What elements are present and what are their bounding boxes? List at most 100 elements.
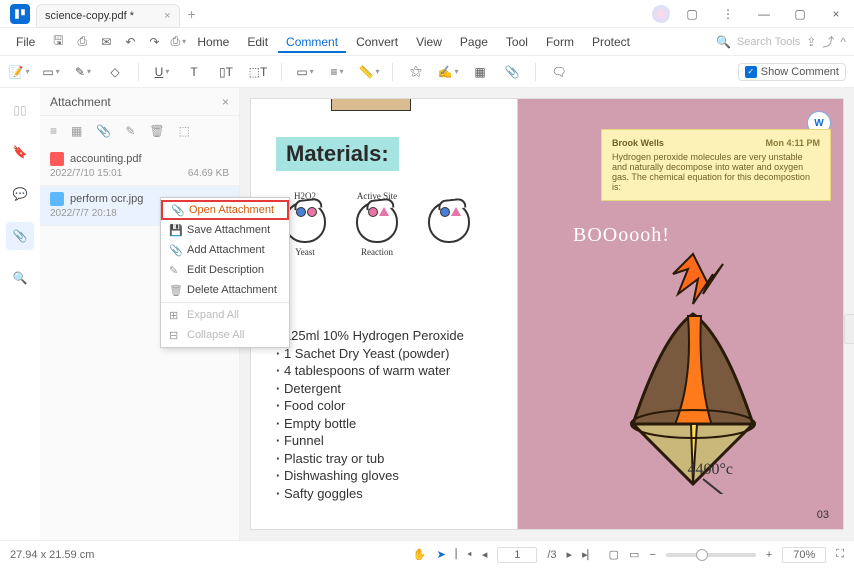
account-avatar[interactable] [652, 5, 670, 23]
search-tools-input[interactable]: Search Tools [737, 36, 800, 48]
menu-page[interactable]: Page [452, 31, 496, 53]
boom-text: BOOoooh! [573, 224, 670, 247]
materials-list: 125ml 10% Hydrogen Peroxide 1 Sachet Dry… [276, 327, 464, 502]
textbox-tool-icon[interactable]: ▯T [215, 61, 237, 83]
list-item: Detergent [276, 380, 464, 398]
search-icon[interactable]: 🔍 [716, 35, 731, 49]
ctx-add-attachment[interactable]: 📎Add Attachment [161, 240, 289, 260]
link-attach-icon[interactable]: 📎 [96, 124, 111, 138]
thumbnails-tab-icon[interactable]: ▯▯ [6, 96, 34, 124]
attachment-context-menu: 📎Open Attachment 💾Save Attachment 📎Add A… [160, 197, 290, 348]
scroll-handle[interactable] [844, 314, 854, 344]
zoom-out-icon[interactable]: − [649, 549, 655, 561]
mail-icon[interactable]: ✉ [97, 33, 115, 51]
collapse-ribbon-icon[interactable]: ^ [840, 35, 846, 49]
select-tool-icon[interactable]: ➤ [437, 548, 446, 561]
stamp-tool-icon[interactable]: ⚝ [405, 61, 427, 83]
first-page-icon[interactable]: ⎸◂ [456, 548, 472, 561]
text-tool-icon[interactable]: T [183, 61, 205, 83]
menu-convert[interactable]: Convert [348, 31, 406, 53]
print-icon[interactable]: ⎙ [73, 33, 91, 51]
zoom-slider[interactable] [666, 553, 756, 557]
attachment-icon[interactable]: 📎 [501, 61, 523, 83]
add-attach-icon[interactable]: ▦ [71, 124, 82, 138]
comments-tab-icon[interactable]: 💬 [6, 180, 34, 208]
menu-protect[interactable]: Protect [584, 31, 638, 53]
next-page-icon[interactable]: ▸ [567, 548, 573, 561]
attachment-item[interactable]: accounting.pdf 2022/7/10 15:0164.69 KB [40, 146, 239, 186]
eraser-tool-icon[interactable]: ◇ [104, 61, 126, 83]
zoom-in-icon[interactable]: + [766, 549, 772, 561]
bookmarks-tab-icon[interactable]: 🔖 [6, 138, 34, 166]
ctx-save-attachment[interactable]: 💾Save Attachment [161, 220, 289, 240]
undo-icon[interactable]: ↶ [121, 33, 139, 51]
list-item: 125ml 10% Hydrogen Peroxide [276, 327, 464, 345]
file-menu[interactable]: File [8, 31, 43, 53]
save-attach-icon[interactable]: ⬚ [179, 124, 190, 138]
menu-tool[interactable]: Tool [498, 31, 536, 53]
note-tool-icon[interactable]: 📝▾ [8, 61, 30, 83]
tab-close-icon[interactable]: × [164, 10, 170, 22]
minimize-icon[interactable]: — [750, 0, 778, 28]
list-item: 4 tablespoons of warm water [276, 362, 464, 380]
cloud-icon[interactable]: ⤴ [822, 33, 834, 50]
hide-comments-icon[interactable]: 🗨 [548, 61, 570, 83]
attachments-tab-icon[interactable]: 📎 [6, 222, 34, 250]
share-icon[interactable]: ⇪ [806, 35, 816, 49]
zoom-value[interactable]: 70% [782, 547, 826, 563]
list-view-icon[interactable]: ≡ [50, 124, 57, 138]
ctx-edit-description[interactable]: ✎Edit Description [161, 260, 289, 280]
last-page-icon[interactable]: ▸⎸ [582, 548, 599, 562]
measure-tool-icon[interactable]: 📏▾ [358, 61, 380, 83]
menu-home[interactable]: Home [189, 31, 237, 53]
maximize-icon[interactable]: ▢ [786, 0, 814, 28]
fit-width-icon[interactable]: ▭ [629, 548, 639, 561]
signature-tool-icon[interactable]: ✍▾ [437, 61, 459, 83]
delete-attach-icon[interactable]: 🗑 [149, 124, 164, 138]
list-item: Funnel [276, 432, 464, 450]
menubar: File 🖫 ⎙ ✉ ↶ ↷ ⎙▾ Home Edit Comment Conv… [0, 28, 854, 56]
prev-page-icon[interactable]: ◂ [482, 548, 488, 561]
ctx-collapse-all: ⊟Collapse All [161, 325, 289, 345]
save-icon[interactable]: 🖫 [49, 33, 67, 51]
hand-tool-icon[interactable]: ✋ [413, 548, 427, 561]
list-item: 1 Sachet Dry Yeast (powder) [276, 345, 464, 363]
checkbox-checked-icon: ✓ [745, 66, 757, 78]
comment-toolbar: 📝▾ ▭▾ ✎▾ ◇ U▾ T ▯T ⬚T ▭▾ ≡▾ 📏▾ ⚝ ✍▾ ▦ 📎 … [0, 56, 854, 88]
document-tab[interactable]: science-copy.pdf * × [36, 4, 180, 28]
comment-note[interactable]: Brook WellsMon 4:11 PM Hydrogen peroxide… [601, 129, 831, 201]
close-window-icon[interactable]: × [822, 0, 850, 28]
menu-view[interactable]: View [408, 31, 450, 53]
notification-icon[interactable]: ▢ [678, 0, 706, 28]
show-comment-toggle[interactable]: ✓ Show Comment [738, 63, 846, 81]
shape-rect-icon[interactable]: ▭▾ [294, 61, 316, 83]
kebab-menu-icon[interactable]: ⋮ [714, 0, 742, 28]
pencil-tool-icon[interactable]: ✎▾ [72, 61, 94, 83]
new-tab-icon[interactable]: + [188, 6, 196, 22]
shape-line-icon[interactable]: ≡▾ [326, 61, 348, 83]
menu-edit[interactable]: Edit [239, 31, 276, 53]
underline-tool-icon[interactable]: U▾ [151, 61, 173, 83]
quick-print-icon[interactable]: ⎙▾ [169, 33, 187, 51]
zoom-thumb[interactable] [696, 549, 708, 561]
ctx-open-attachment[interactable]: 📎Open Attachment [161, 200, 289, 220]
edit-attach-icon[interactable]: ✎ [125, 124, 135, 138]
ctx-delete-attachment[interactable]: 🗑Delete Attachment [161, 280, 289, 300]
area-text-tool-icon[interactable]: ⬚T [247, 61, 269, 83]
menu-comment[interactable]: Comment [278, 31, 346, 53]
menu-form[interactable]: Form [538, 31, 582, 53]
fit-page-icon[interactable]: ▢ [609, 548, 619, 561]
sidebar-close-icon[interactable]: × [222, 95, 229, 109]
search-tab-icon[interactable]: 🔍 [6, 264, 34, 292]
add-attachment-icon[interactable]: ▦ [469, 61, 491, 83]
fullscreen-icon[interactable]: ⛶ [836, 548, 844, 561]
pdf-file-icon [50, 152, 64, 166]
highlight-tool-icon[interactable]: ▭▾ [40, 61, 62, 83]
document-viewport[interactable]: Materials: W Brook WellsMon 4:11 PM Hydr… [240, 88, 854, 540]
page-input[interactable]: 1 [497, 547, 537, 563]
note-time: Mon 4:11 PM [765, 138, 820, 148]
decorative-shape [331, 99, 411, 111]
redo-icon[interactable]: ↷ [145, 33, 163, 51]
ctx-expand-all: ⊞Expand All [161, 305, 289, 325]
diagram-label: Yeast [295, 247, 315, 257]
